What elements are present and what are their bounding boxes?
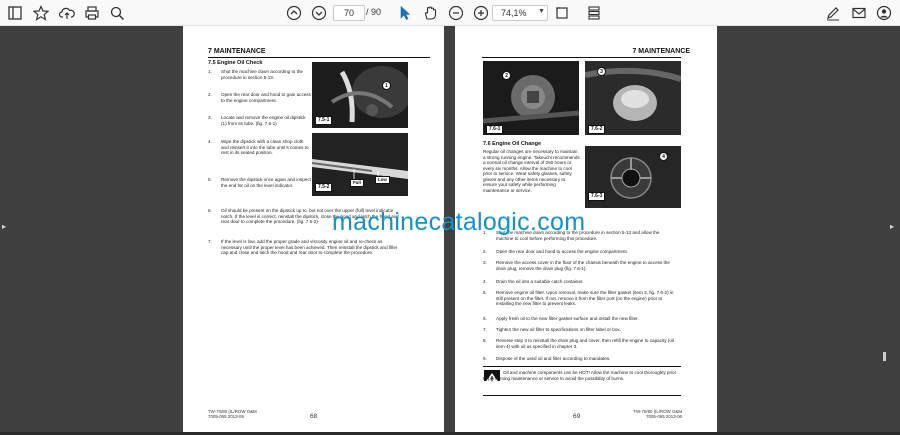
previous-page-icon[interactable] xyxy=(285,4,303,22)
figure-callout: 3 xyxy=(597,67,606,76)
figure-callout: 1 xyxy=(382,81,391,90)
page-number-input[interactable]: 70 xyxy=(333,5,365,21)
figure-label: 7.5-2 xyxy=(315,183,333,192)
chevron-down-icon: ▼ xyxy=(538,8,545,15)
vertical-scrollbar-thumb[interactable] xyxy=(883,352,886,361)
warning-text: Oil and machine components can be HOT! A… xyxy=(483,370,677,381)
header-rule xyxy=(208,57,430,58)
page-number: 68 xyxy=(310,413,318,420)
sidebar-toggle-icon[interactable] xyxy=(6,4,24,22)
low-mark-label: Low xyxy=(375,176,390,184)
figure-label: 7.5-1 xyxy=(315,116,333,125)
bookmark-star-icon[interactable] xyxy=(32,4,50,22)
footer-model: TW-70/80 (IL/ROW O&M 7005-065 2013-06 xyxy=(633,409,682,420)
section-title: 7.6 Engine Oil Change xyxy=(483,141,542,147)
figure-callout: 2 xyxy=(502,71,511,80)
search-zoom-icon[interactable] xyxy=(108,4,126,22)
sign-pen-icon[interactable] xyxy=(824,4,842,22)
page-total-label: / 90 xyxy=(366,7,382,17)
zoom-in-icon[interactable] xyxy=(472,4,490,22)
chapter-title: 7 MAINTENANCE xyxy=(632,48,690,55)
figure-label: 7.6-2 xyxy=(588,125,606,134)
fit-page-icon[interactable] xyxy=(553,4,571,22)
hand-tool-icon[interactable] xyxy=(421,4,439,22)
figure-label: 7.6-1 xyxy=(486,125,504,134)
header-rule xyxy=(482,57,681,58)
watermark-text: machinecatalogic.com xyxy=(332,208,586,236)
page-options-icon[interactable] xyxy=(585,4,603,22)
email-icon[interactable] xyxy=(850,4,868,22)
account-icon[interactable] xyxy=(875,4,893,22)
footer-code-text: 7005-065 2013-06 xyxy=(646,414,682,420)
drain-plug-photo xyxy=(483,61,579,135)
next-page-icon[interactable] xyxy=(310,4,328,22)
pdf-toolbar: 70 / 90 74,1% ▼ xyxy=(0,0,900,26)
zoom-out-icon[interactable] xyxy=(447,4,465,22)
warning-box: Oil and machine components can be HOT! A… xyxy=(483,366,681,396)
footer-code-text: 7005-065 2013-06 xyxy=(208,414,244,420)
figure-callout: 4 xyxy=(659,152,668,161)
section-title: 7.5 Engine Oil Check xyxy=(208,60,263,66)
upload-cloud-icon[interactable] xyxy=(58,4,76,22)
select-cursor-icon[interactable] xyxy=(396,4,414,22)
print-icon[interactable] xyxy=(83,4,101,22)
chapter-title: 7 MAINTENANCE xyxy=(208,48,266,55)
page-number: 69 xyxy=(573,413,581,420)
figure-label: 7.6-3 xyxy=(588,192,606,201)
prev-spread-arrow-icon[interactable]: ▸ xyxy=(2,222,6,231)
next-spread-arrow-icon[interactable]: ▸ xyxy=(890,222,894,231)
full-mark-label: Full xyxy=(350,179,364,187)
footer-model: TW-70/80 (IL/ROW O&M 7005-065 2013-06 xyxy=(208,409,257,420)
